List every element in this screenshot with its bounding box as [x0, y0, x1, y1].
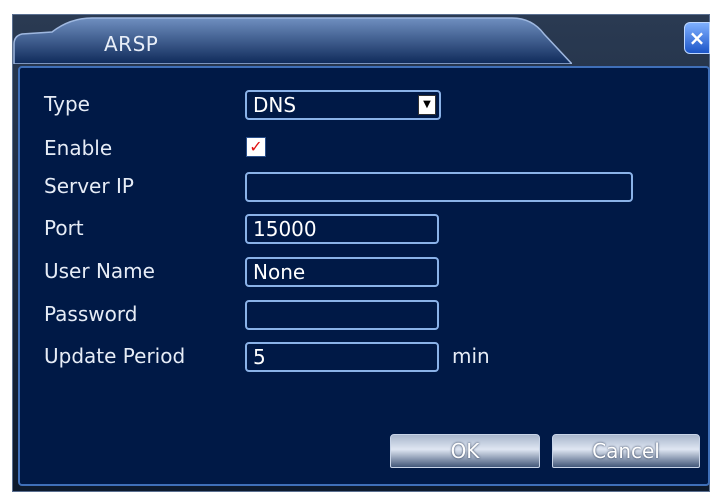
- password-input[interactable]: [245, 300, 439, 330]
- close-icon: ×: [688, 26, 706, 50]
- password-row: Password: [20, 300, 708, 332]
- close-button[interactable]: ×: [684, 22, 710, 54]
- type-select-value: DNS: [253, 93, 297, 117]
- dialog-title: ARSP: [104, 32, 159, 56]
- port-input[interactable]: 15000: [245, 214, 439, 244]
- type-label: Type: [44, 92, 90, 116]
- user-name-label: User Name: [44, 259, 155, 283]
- checkmark-icon: ✓: [249, 137, 263, 156]
- server-ip-input[interactable]: [245, 172, 633, 202]
- type-select[interactable]: DNS ▼: [245, 90, 441, 120]
- arsp-dialog-window: ARSP × Type DNS ▼ Enable ✓ Server IP Por…: [0, 0, 710, 492]
- port-row: Port 15000: [20, 214, 708, 246]
- user-name-input[interactable]: None: [245, 257, 439, 287]
- type-row: Type DNS ▼: [20, 90, 708, 122]
- ok-button[interactable]: OK: [390, 434, 540, 468]
- port-label: Port: [44, 216, 84, 240]
- cancel-button[interactable]: Cancel: [552, 434, 700, 468]
- user-name-row: User Name None: [20, 257, 708, 289]
- server-ip-row: Server IP: [20, 172, 708, 204]
- update-period-unit: min: [452, 344, 490, 368]
- enable-label: Enable: [44, 136, 113, 160]
- update-period-label: Update Period: [44, 344, 186, 368]
- update-period-row: Update Period 5 min: [20, 342, 708, 374]
- enable-checkbox[interactable]: ✓: [246, 137, 266, 157]
- update-period-input[interactable]: 5: [245, 342, 439, 372]
- title-tab-shape: [13, 17, 572, 64]
- enable-row: Enable ✓: [20, 134, 708, 166]
- settings-panel: Type DNS ▼ Enable ✓ Server IP Port 15000…: [18, 66, 710, 486]
- title-tab: ARSP: [12, 14, 572, 64]
- triangle-down-icon[interactable]: ▼: [418, 95, 436, 115]
- server-ip-label: Server IP: [44, 174, 134, 198]
- password-label: Password: [44, 302, 138, 326]
